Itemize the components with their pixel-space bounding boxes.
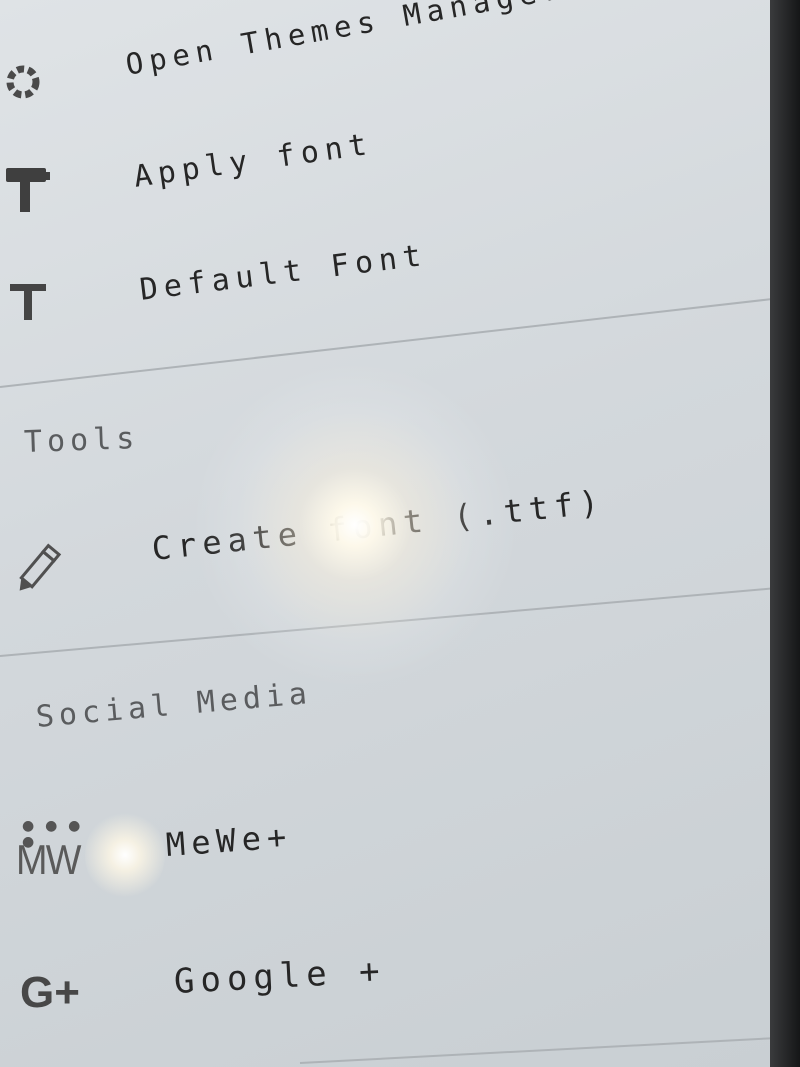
menu-item-label: Open Themes Manager (Ad) bbox=[123, 0, 684, 82]
menu-item-label: Default Font bbox=[137, 237, 429, 308]
text-t-icon bbox=[10, 284, 46, 320]
google-plus-icon: G+ bbox=[20, 968, 80, 1017]
menu-item-label: MeWe+ bbox=[164, 817, 294, 864]
screen-glare bbox=[85, 810, 165, 900]
menu-item-label: Google + bbox=[172, 950, 387, 1002]
divider bbox=[299, 1035, 770, 1064]
device-bezel bbox=[770, 0, 800, 1067]
menu-item-label: Apply font bbox=[131, 126, 375, 195]
menu-item-label: Create font (.ttf) bbox=[150, 482, 607, 568]
mewe-icon: ● ● ● ● MW bbox=[16, 818, 84, 883]
section-header-social-media: Social Media bbox=[34, 675, 314, 735]
navigation-drawer: Open Themes Manager (Ad) Apply font Defa… bbox=[0, 0, 770, 1067]
paint-roller-icon bbox=[6, 168, 50, 212]
divider bbox=[0, 295, 770, 388]
section-header-tools: Tools bbox=[23, 420, 140, 460]
pencil-icon bbox=[19, 543, 62, 591]
divider bbox=[0, 585, 770, 657]
themes-manager-icon bbox=[6, 65, 40, 99]
